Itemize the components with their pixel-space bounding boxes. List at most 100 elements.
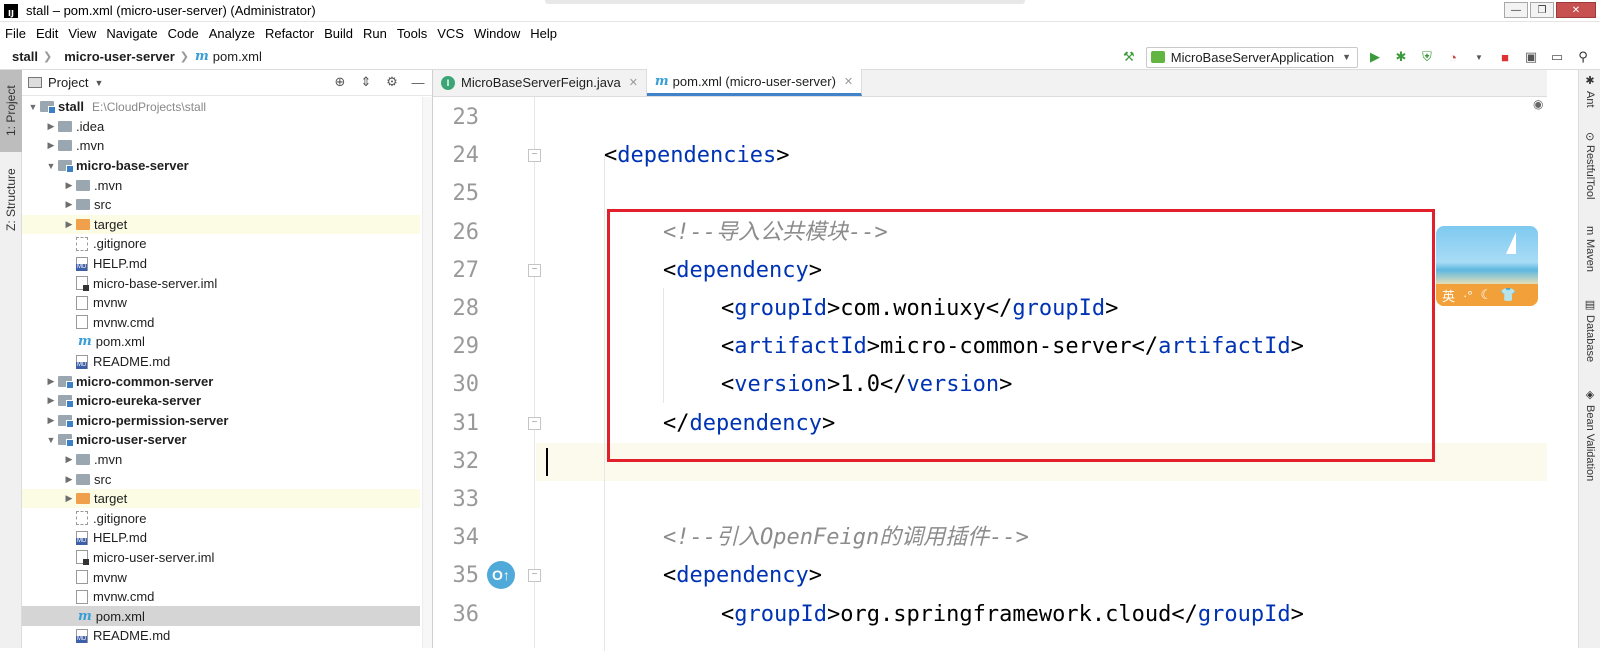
ime-skin-icon[interactable]: 👕 <box>1500 287 1516 303</box>
gear-icon[interactable]: ⚙ <box>384 74 400 90</box>
right-tool-tab[interactable]: ◈ Bean Validation <box>1579 388 1600 488</box>
project-structure-icon[interactable]: ▣ <box>1522 48 1540 66</box>
debug-icon[interactable]: ✱ <box>1392 48 1410 66</box>
menu-navigate[interactable]: Navigate <box>106 26 157 41</box>
expand-arrow-icon[interactable]: ▶ <box>44 415 58 426</box>
menu-run[interactable]: Run <box>363 26 387 41</box>
tree-item-label: micro-permission-server <box>76 412 229 428</box>
close-tab-icon[interactable]: ✕ <box>629 76 638 89</box>
chevron-down-icon[interactable]: ▼ <box>94 78 103 88</box>
tree-item[interactable]: m pom.xml <box>22 332 420 352</box>
close-button[interactable]: ✕ <box>1556 2 1596 18</box>
tree-item[interactable]: micro-user-server.iml <box>22 548 420 568</box>
more-run-options-icon[interactable]: ▼ <box>1470 48 1488 66</box>
expand-arrow-icon[interactable]: ▶ <box>44 121 58 132</box>
expand-arrow-icon[interactable]: ▶ <box>62 474 76 485</box>
expand-arrow-icon[interactable]: ▶ <box>62 219 76 230</box>
menu-analyze[interactable]: Analyze <box>209 26 255 41</box>
tree-item[interactable]: .gitignore <box>22 234 420 254</box>
tree-item[interactable]: README.md <box>22 352 420 372</box>
right-tool-tab[interactable]: ▤ Database <box>1579 298 1600 380</box>
menu-help[interactable]: Help <box>530 26 557 41</box>
right-tool-tab[interactable]: ⊙ RestfulTool <box>1579 132 1600 222</box>
project-tool-tab[interactable]: 1: Project <box>0 70 22 152</box>
restore-button[interactable]: ❐ <box>1530 2 1554 18</box>
right-tool-tab[interactable]: ✱ Ant <box>1579 74 1600 124</box>
tree-item[interactable]: mvnw <box>22 293 420 313</box>
ime-moon-icon[interactable]: ☾ <box>1481 287 1493 303</box>
search-icon[interactable]: ⚲ <box>1574 48 1592 66</box>
tree-item[interactable]: micro-base-server.iml <box>22 273 420 293</box>
expand-arrow-icon[interactable]: ▼ <box>44 435 58 445</box>
tree-item[interactable]: ▶ src <box>22 195 420 215</box>
tree-item[interactable]: ▼ micro-user-server <box>22 430 420 450</box>
tree-item[interactable]: mvnw.cmd <box>22 313 420 333</box>
tree-item[interactable]: ▼ micro-base-server <box>22 156 420 176</box>
project-panel-scrollbar[interactable] <box>422 97 432 648</box>
run-icon[interactable]: ▶ <box>1366 48 1384 66</box>
expand-arrow-icon[interactable]: ▶ <box>62 454 76 465</box>
breadcrumb-project[interactable]: stall <box>12 49 38 64</box>
tree-item[interactable]: ▶ .mvn <box>22 136 420 156</box>
locate-file-icon[interactable]: ⊕ <box>332 74 348 90</box>
close-tab-icon[interactable]: ✕ <box>844 75 853 88</box>
editor-tab[interactable]: m pom.xml (micro-user-server) ✕ <box>646 69 863 96</box>
hide-panel-icon[interactable]: — <box>410 74 426 90</box>
profile-icon[interactable]: ◔ <box>1444 48 1462 66</box>
tree-item[interactable]: ▶ .mvn <box>22 450 420 470</box>
run-configuration-select[interactable]: MicroBaseServerApplication ▼ <box>1145 46 1358 68</box>
breadcrumb-module[interactable]: micro-user-server <box>64 49 175 64</box>
editor-tab[interactable]: I MicroBaseServerFeign.java ✕ <box>433 69 647 96</box>
menu-window[interactable]: Window <box>474 26 520 41</box>
tree-item[interactable]: HELP.md <box>22 528 420 548</box>
tree-item[interactable]: m pom.xml <box>22 606 420 627</box>
tree-item[interactable]: ▶ target <box>22 488 420 509</box>
tree-item[interactable]: ▶ .mvn <box>22 175 420 195</box>
menu-build[interactable]: Build <box>324 26 353 41</box>
expand-arrow-icon[interactable]: ▶ <box>44 140 58 151</box>
collapse-all-icon[interactable]: ⇕ <box>358 74 374 90</box>
tree-item-label: src <box>94 471 112 487</box>
menu-vcs[interactable]: VCS <box>437 26 464 41</box>
tree-item[interactable]: ▶ src <box>22 469 420 489</box>
tree-root[interactable]: ▼ stall E:\CloudProjects\stall <box>22 97 420 117</box>
coverage-icon[interactable]: ⛨ <box>1418 48 1436 66</box>
expand-arrow-icon[interactable]: ▼ <box>44 161 58 171</box>
right-tool-tab[interactable]: m Maven <box>1579 226 1600 290</box>
menu-refactor[interactable]: Refactor <box>265 26 314 41</box>
menu-code[interactable]: Code <box>168 26 199 41</box>
tree-item[interactable]: .gitignore <box>22 508 420 528</box>
structure-tool-tab[interactable]: Z: Structure <box>0 160 22 240</box>
breadcrumb-file[interactable]: m pom.xml <box>195 49 262 64</box>
expand-arrow-icon[interactable]: ▼ <box>26 102 40 112</box>
minimize-button[interactable]: — <box>1504 2 1528 18</box>
menu-view[interactable]: View <box>68 26 96 41</box>
expand-arrow-icon[interactable]: ▶ <box>62 199 76 210</box>
tree-item[interactable]: ▶ micro-permission-server <box>22 411 420 431</box>
tree-item[interactable]: ▶ target <box>22 214 420 235</box>
layout-icon[interactable]: ▭ <box>1548 48 1566 66</box>
menu-tools[interactable]: Tools <box>397 26 427 41</box>
expand-arrow-icon[interactable]: ▶ <box>62 493 76 504</box>
ime-punctuation-icon[interactable]: ·° <box>1463 288 1473 303</box>
tree-item[interactable]: README.md <box>22 626 420 646</box>
tree-item[interactable]: ▶ micro-common-server <box>22 371 420 391</box>
expand-arrow-icon[interactable]: ▶ <box>44 376 58 387</box>
navigation-bar: stall ❯ micro-user-server ❯ m pom.xml ⚒ … <box>0 44 1600 70</box>
expand-arrow-icon[interactable]: ▶ <box>44 395 58 406</box>
project-panel-title[interactable]: Project <box>48 75 88 90</box>
expand-arrow-icon[interactable]: ▶ <box>62 180 76 191</box>
stop-icon[interactable]: ■ <box>1496 48 1514 66</box>
tree-item[interactable]: mvnw.cmd <box>22 587 420 607</box>
eye-icon[interactable]: ◉ <box>1533 97 1543 111</box>
menu-edit[interactable]: Edit <box>36 26 58 41</box>
implementation-marker-icon[interactable]: O↑ <box>487 561 515 589</box>
ime-widget[interactable]: 英 ·° ☾ 👕 <box>1436 226 1538 306</box>
tree-item[interactable]: HELP.md <box>22 254 420 274</box>
menu-file[interactable]: File <box>5 26 26 41</box>
ime-language-label[interactable]: 英 <box>1442 286 1455 305</box>
tree-item[interactable]: ▶ micro-eureka-server <box>22 391 420 411</box>
build-hammer-icon[interactable]: ⚒ <box>1120 48 1138 66</box>
tree-item[interactable]: mvnw <box>22 567 420 587</box>
tree-item[interactable]: ▶ .idea <box>22 117 420 137</box>
